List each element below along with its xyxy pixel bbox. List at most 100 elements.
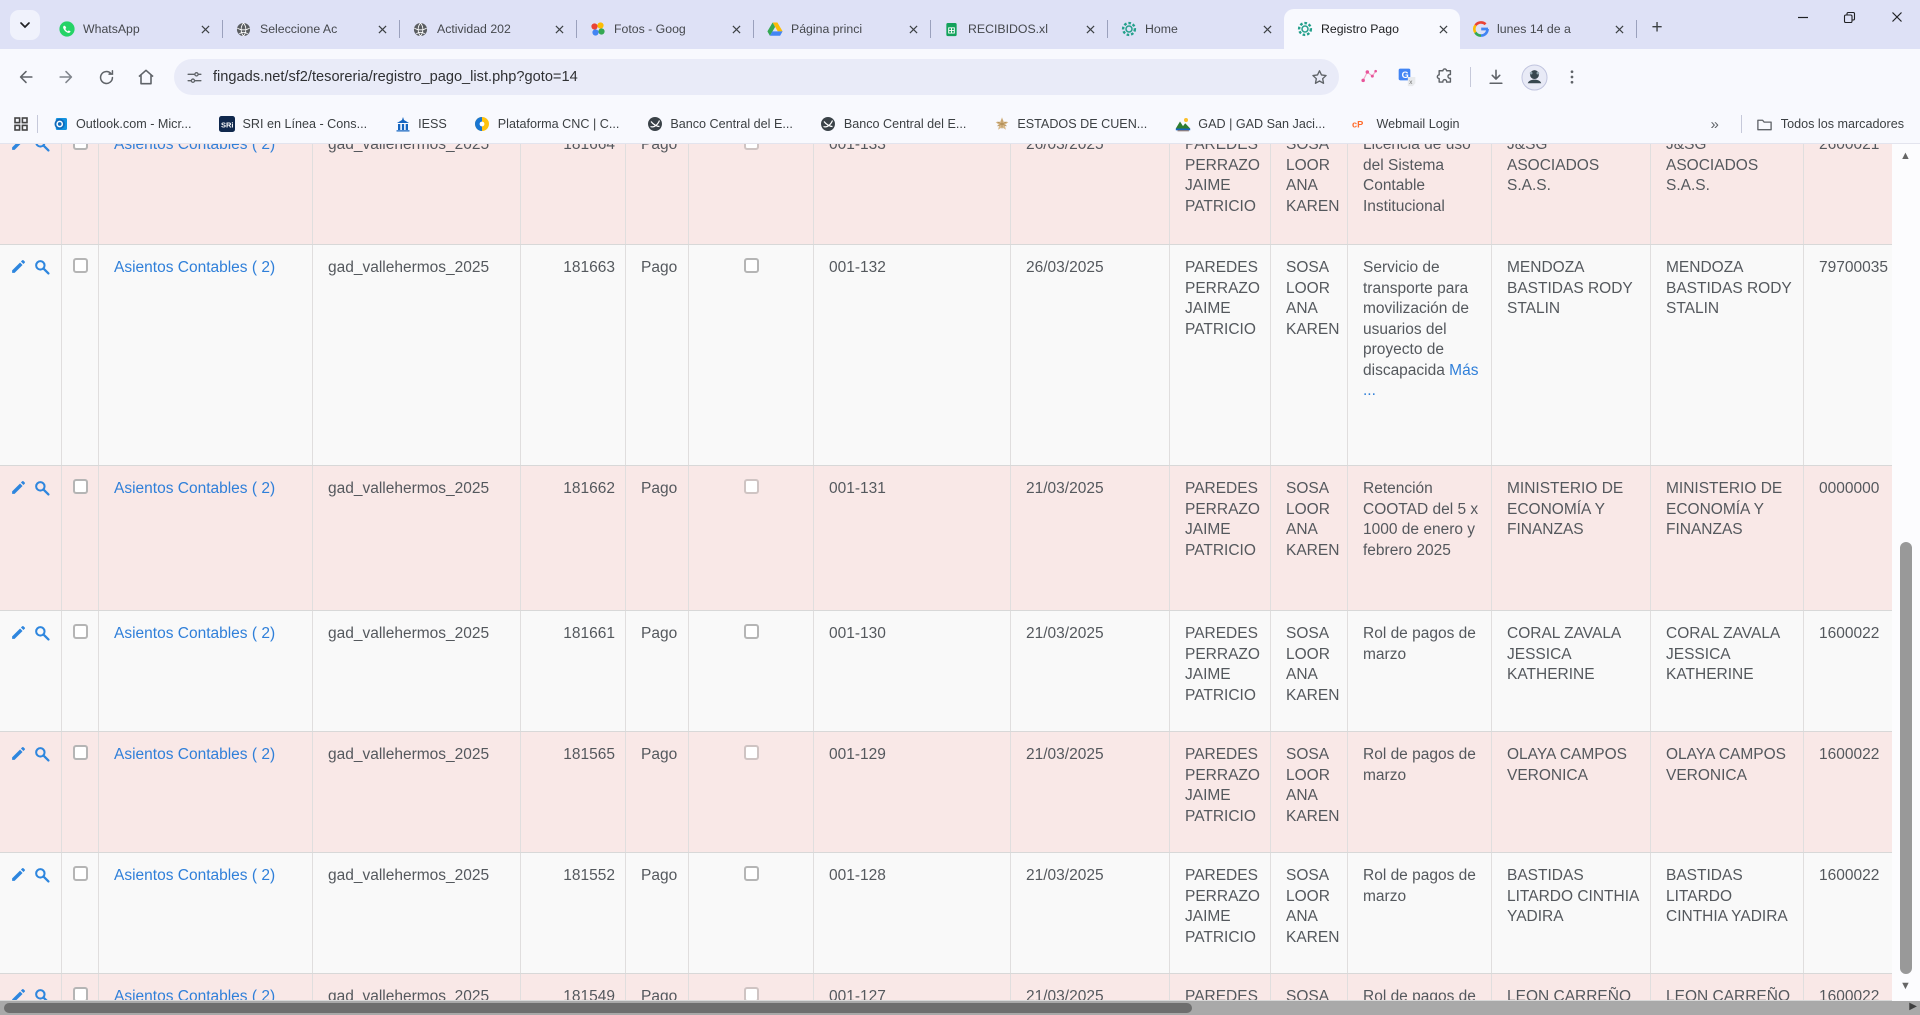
close-window-button[interactable] [1873,0,1920,34]
edit-icon[interactable] [10,144,27,152]
bookmark-banco-central-del-e[interactable]: Banco Central del E... [646,116,793,133]
tab-close-button[interactable] [905,21,922,38]
bookmark-iess[interactable]: IESS [394,116,447,133]
tab-actividad-202[interactable]: Actividad 202 [400,9,576,49]
back-button[interactable] [8,59,44,95]
forward-button[interactable] [48,59,84,95]
maximize-button[interactable] [1826,0,1873,34]
tab-close-button[interactable] [728,21,745,38]
tab-close-button[interactable] [1435,21,1452,38]
new-tab-button[interactable]: + [1643,14,1671,42]
tab-p-gina-princi[interactable]: Página princi [754,9,930,49]
flag-checkbox[interactable] [744,144,759,150]
bookmark-webmail-login[interactable]: cPWebmail Login [1352,116,1459,133]
tab-seleccione-ac[interactable]: Seleccione Ac [223,9,399,49]
edit-icon[interactable] [10,624,27,641]
row-checkbox[interactable] [73,479,88,494]
tab-close-button[interactable] [1082,21,1099,38]
scroll-right-icon[interactable]: ▶ [1909,1001,1917,1012]
extension-shortcut-button[interactable] [1353,61,1385,93]
bookmark-plataforma-cnc-c[interactable]: Plataforma CNC | C... [474,116,620,133]
apps-grid-icon[interactable] [12,116,29,133]
row-checkbox[interactable] [73,144,88,150]
all-bookmarks-button[interactable]: Todos los marcadores [1756,116,1904,133]
scroll-up-icon[interactable]: ▲ [1900,150,1911,162]
beneficiario2-cell: BASTIDAS LITARDO CINTHIA YADIRA [1651,853,1804,973]
flag-checkbox[interactable] [744,987,759,1000]
bookmark-sri-en-l-nea-cons[interactable]: SRiSRI en Línea - Cons... [218,116,367,133]
responsable-value: PAREDES PERRAZO JAIME PATRICIO [1185,867,1260,946]
beneficiario2-cell: J&SG ASOCIADOS S.A.S. [1651,144,1804,244]
downloads-button[interactable] [1480,61,1512,93]
asientos-contables-link[interactable]: Asientos Contables ( 2) [114,480,275,497]
row-checkbox[interactable] [73,987,88,1000]
flag-checkbox[interactable] [744,745,759,760]
bookmark-gad-gad-san-jaci[interactable]: GAD | GAD San Jaci... [1174,116,1325,133]
view-icon[interactable] [33,987,51,1000]
url-text[interactable]: fingads.net/sf2/tesoreria/registro_pago_… [213,69,1300,85]
edit-icon[interactable] [10,987,27,1000]
asientos-contables-link[interactable]: Asientos Contables ( 2) [114,625,275,642]
tab-whatsapp[interactable]: WhatsApp [46,9,222,49]
comprobante-cell: 001-127 [814,974,1011,1000]
tab-search-button[interactable] [10,10,40,40]
tab-close-button[interactable] [1259,21,1276,38]
edit-icon[interactable] [10,258,27,275]
edit-icon[interactable] [10,479,27,496]
view-icon[interactable] [33,258,51,276]
tab-lunes-14-de-a[interactable]: lunes 14 de a [1460,9,1636,49]
row-checkbox[interactable] [73,745,88,760]
asientos-contables-link[interactable]: Asientos Contables ( 2) [114,988,275,1000]
tab-fotos-goog[interactable]: Fotos - Goog [577,9,753,49]
view-icon[interactable] [33,866,51,884]
tab-home[interactable]: Home [1108,9,1284,49]
tab-close-button[interactable] [1611,21,1628,38]
minimize-button[interactable] [1779,0,1826,34]
detalle-cell: Rol de pagos de marzo [1348,974,1492,1000]
bookmarks-overflow-button[interactable]: » [1710,116,1718,133]
flag-checkbox[interactable] [744,624,759,639]
row-checkbox[interactable] [73,258,88,273]
view-icon[interactable] [33,144,51,153]
scroll-down-icon[interactable]: ▼ [1900,980,1911,992]
gad-icon [1174,116,1191,133]
flag-checkbox[interactable] [744,258,759,273]
profile-avatar[interactable] [1518,61,1550,93]
tab-registro-pago[interactable]: Registro Pago [1284,9,1460,49]
tab-close-button[interactable] [374,21,391,38]
flag-checkbox[interactable] [744,479,759,494]
view-icon[interactable] [33,624,51,642]
row-checkbox[interactable] [73,624,88,639]
tab-title: Actividad 202 [437,22,543,36]
id-cell: 181552 [521,853,626,973]
translate-button[interactable]: Gx [1391,61,1423,93]
menu-button[interactable] [1556,61,1588,93]
row-checkbox[interactable] [73,866,88,881]
schema-cell: gad_vallehermos_2025 [313,974,521,1000]
bookmark-banco-central-del-e[interactable]: Banco Central del E... [820,116,967,133]
address-bar[interactable]: fingads.net/sf2/tesoreria/registro_pago_… [174,59,1339,95]
asientos-contables-link[interactable]: Asientos Contables ( 2) [114,867,275,884]
asientos-contables-link[interactable]: Asientos Contables ( 2) [114,144,275,153]
horizontal-scrollbar[interactable]: ▶ [0,1001,1920,1015]
bookmark-star-icon[interactable] [1310,68,1329,87]
reload-button[interactable] [88,59,124,95]
vertical-scrollbar[interactable]: ▲ ▼ [1892,144,1920,1001]
view-icon[interactable] [33,745,51,763]
flag-checkbox[interactable] [744,866,759,881]
tab-close-button[interactable] [551,21,568,38]
horizontal-scrollbar-thumb[interactable] [4,1003,1192,1013]
tab-close-button[interactable] [197,21,214,38]
site-settings-icon[interactable] [186,69,203,86]
asientos-contables-link[interactable]: Asientos Contables ( 2) [114,746,275,763]
extensions-button[interactable] [1429,61,1461,93]
edit-icon[interactable] [10,745,27,762]
vertical-scrollbar-thumb[interactable] [1900,542,1912,974]
home-button[interactable] [128,59,164,95]
bookmark-outlook-com-micr[interactable]: Outlook.com - Micr... [52,116,191,133]
edit-icon[interactable] [10,866,27,883]
view-icon[interactable] [33,479,51,497]
bookmark-estados-de-cuen[interactable]: ESTADOS DE CUEN... [993,116,1147,133]
asientos-contables-link[interactable]: Asientos Contables ( 2) [114,259,275,276]
tab-recibidos-xl[interactable]: RECIBIDOS.xl [931,9,1107,49]
